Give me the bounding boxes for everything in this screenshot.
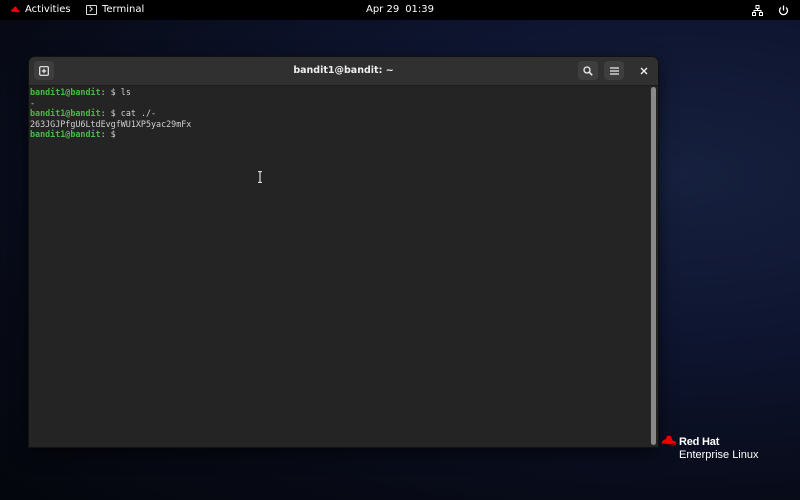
text-cursor [121,129,126,138]
terminal-line: bandit1@bandit: $ ls [30,87,649,98]
terminal-icon [86,5,97,15]
window-title: bandit1@bandit: ~ [293,65,394,76]
redhat-hat-icon [11,6,20,13]
clock-time[interactable]: 01:39 [405,0,434,20]
app-menu-terminal[interactable]: Terminal [86,0,144,20]
prompt-path: $ [105,108,121,119]
app-menu-label: Terminal [102,4,145,15]
output-text: - [30,97,36,108]
network-icon[interactable] [752,0,763,20]
logo-product: Enterprise Linux [679,449,759,461]
scrollbar-thumb[interactable] [651,87,656,445]
window-headerbar[interactable]: bandit1@bandit: ~ [29,57,658,86]
hamburger-menu-icon [609,66,619,75]
search-icon [583,65,593,76]
prompt: bandit1@bandit [30,108,101,119]
new-tab-button[interactable] [34,61,54,80]
terminal-line: bandit1@bandit: $ [30,129,649,140]
prompt-path: $ [105,129,121,140]
close-icon [640,67,648,74]
activities-button[interactable]: Activities [10,0,71,20]
prompt-path: $ [105,87,121,97]
output-text: 263JGJPfgU6LtdEvgfWU1XP5yac29mFx [30,118,192,129]
redhat-logo-icon [661,435,677,446]
terminal-output[interactable]: bandit1@bandit: $ ls - bandit1@bandit: $… [29,86,649,447]
logo-brand: Red Hat [679,436,720,448]
terminal-line: bandit1@bandit: $ cat ./- [30,108,649,119]
prompt: bandit1@bandit [30,129,101,140]
new-tab-icon [39,65,49,76]
menu-button[interactable] [604,61,624,80]
ibeam-cursor-icon [258,171,262,183]
search-button[interactable] [578,61,598,80]
command-text: ls [120,87,131,97]
power-icon[interactable] [778,0,789,20]
clock-date[interactable]: Apr 29 [366,0,399,20]
command-text: cat ./- [120,108,157,119]
activities-label: Activities [25,4,71,15]
terminal-line: 263JGJPfgU6LtdEvgfWU1XP5yac29mFx [30,119,649,130]
terminal-line: - [30,98,649,109]
scrollbar[interactable] [650,87,656,445]
prompt: bandit1@bandit [30,87,101,97]
top-bar: Activities Terminal Apr 29 01:39 [0,0,800,20]
close-button[interactable] [635,61,653,80]
rhel-logo: Red Hat Enterprise Linux [660,435,780,465]
terminal-window: bandit1@bandit: ~ bandit1@bandit: $ ls -… [29,57,658,447]
